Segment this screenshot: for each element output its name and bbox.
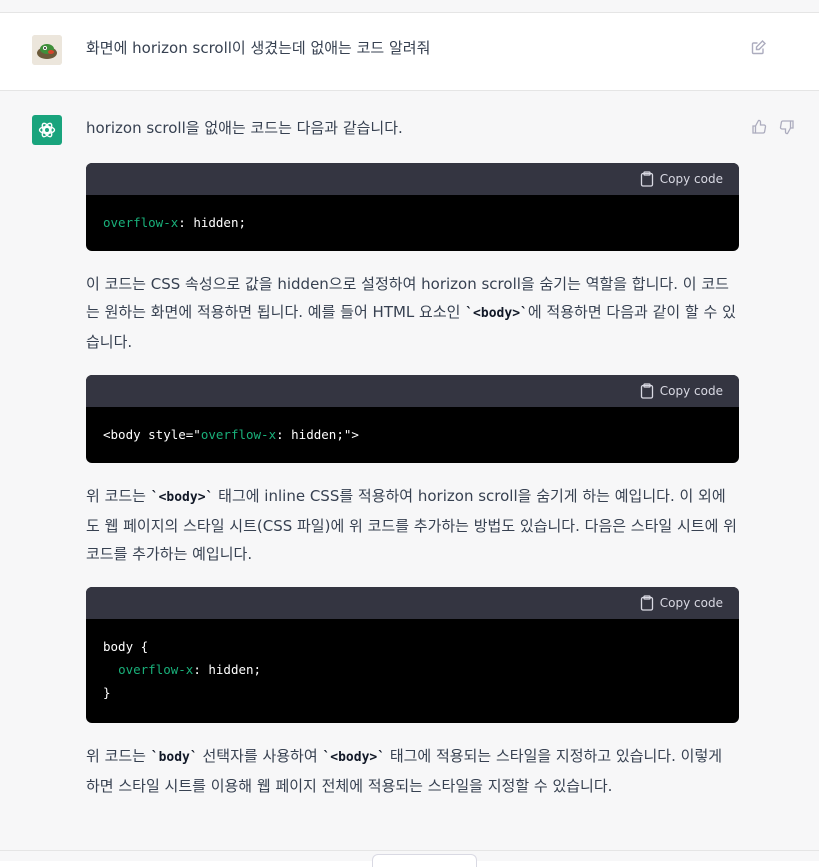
assistant-avatar [32,115,62,145]
code-value: : hidden; [193,662,262,677]
user-avatar [32,35,62,65]
clipboard-icon [640,595,653,611]
code-value: : hidden; [178,215,246,230]
openai-logo-icon [38,122,56,138]
code-content: overflow-x: hidden; [86,195,739,234]
code-value: : hidden;"> [276,427,359,442]
edit-icon[interactable] [751,39,767,55]
answer-paragraph-2: 이 코드는 CSS 속성으로 값을 hidden으로 설정하여 horizon … [86,270,739,356]
text-span: 위 코드는 [86,487,151,505]
text-span: 선택자를 사용하여 [197,747,323,765]
answer-paragraph-3: 위 코드는 `<body>` 태그에 inline CSS를 적용하여 hori… [86,482,739,568]
inline-code: `<body>` [322,750,386,765]
inline-code: `<body>` [465,306,528,321]
bottom-divider [0,850,819,851]
code-text: <body style=" [103,427,201,442]
copy-code-button[interactable]: Copy code [640,171,723,187]
inline-code: `<body>` [150,490,214,505]
code-line: body { [103,639,149,654]
copy-code-label: Copy code [659,384,723,398]
code-content: <body style="overflow-x: hidden;"> [86,407,739,446]
code-block-header: Copy code [86,375,739,407]
avatar-icon [32,35,62,65]
answer-paragraph-1: horizon scroll을 없애는 코드는 다음과 같습니다. [86,119,403,137]
clipboard-icon [640,171,653,187]
thumbs-down-icon[interactable] [779,119,795,135]
copy-code-button[interactable]: Copy code [640,595,723,611]
top-border [0,0,819,13]
code-property: overflow-x [118,662,194,677]
answer-paragraph-4: 위 코드는 `body` 선택자를 사용하여 `<body>` 태그에 적용되는… [86,742,739,800]
assistant-message-row: horizon scroll을 없애는 코드는 다음과 같습니다. Copy c… [0,91,819,861]
code-block-2: Copy code <body style="overflow-x: hidde… [86,375,739,463]
user-message-row: 화면에 horizon scroll이 생겼는데 없애는 코드 알려줘 [0,13,819,91]
code-line: overflow-x: hidden; [103,658,722,681]
user-message-text: 화면에 horizon scroll이 생겼는데 없애는 코드 알려줘 [86,39,431,57]
copy-code-label: Copy code [659,596,723,610]
clipboard-icon [640,383,653,399]
thumbs-up-icon[interactable] [751,119,767,135]
text-span: 위 코드는 [86,747,151,765]
inline-code: `body` [150,750,198,765]
code-block-header: Copy code [86,587,739,619]
code-content: body { overflow-x: hidden;} [86,619,739,704]
copy-code-label: Copy code [659,172,723,186]
code-block-header: Copy code [86,163,739,195]
code-block-3: Copy code body { overflow-x: hidden;} [86,587,739,723]
code-property: overflow-x [200,427,277,442]
code-property: overflow-x [103,215,179,230]
code-block-1: Copy code overflow-x: hidden; [86,163,739,251]
copy-code-button[interactable]: Copy code [640,383,723,399]
code-line: } [103,685,111,700]
